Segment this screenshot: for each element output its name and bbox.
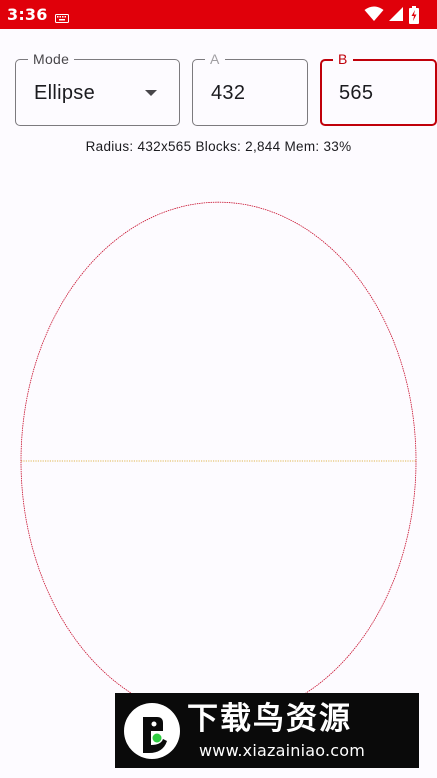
watermark-title: 下载鸟资源: [187, 701, 352, 737]
shape-canvas[interactable]: [0, 0, 437, 778]
bird-logo-icon: [124, 703, 180, 759]
watermark-url: www.xiazainiao.com: [199, 741, 365, 760]
watermark-banner: 下载鸟资源 www.xiazainiao.com: [115, 693, 419, 768]
